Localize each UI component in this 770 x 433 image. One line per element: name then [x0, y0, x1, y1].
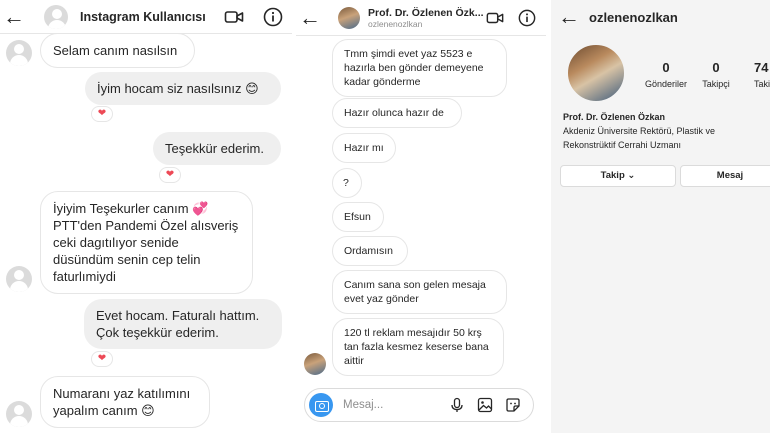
stat-label: Takipçi [702, 79, 730, 89]
chat-title: Prof. Dr. Özlenen Özk... [368, 6, 484, 19]
heart-reaction-icon: ❤ [91, 351, 113, 367]
heart-reaction-icon: ❤ [91, 106, 113, 122]
message-button[interactable]: Mesaj [680, 165, 770, 187]
stat-number: 74 [754, 60, 769, 75]
chat-title-group[interactable]: Prof. Dr. Özlenen Özk... ozlenenozlkan [368, 7, 484, 29]
message-bubble: 120 tl reklam mesajıdır 50 krş tan fazla… [332, 318, 504, 376]
message-input[interactable]: Mesaj... [343, 399, 449, 411]
microphone-icon[interactable] [449, 397, 465, 413]
sender-avatar [6, 401, 32, 427]
profile-username: ozlenenozlkan [589, 9, 678, 25]
chat-header: ← Instagram Kullanıcısı [0, 0, 292, 34]
stat-posts[interactable]: 0 Gönderiler [641, 60, 691, 89]
message-bubble: Canım sana son gelen mesaja evet yaz gön… [332, 270, 507, 314]
chat-panel-profile: ← Prof. Dr. Özlenen Özk... ozlenenozlkan… [296, 0, 546, 433]
stat-number: 0 [712, 60, 720, 75]
stat-number: 0 [662, 60, 670, 75]
sticker-icon[interactable] [505, 397, 521, 413]
message-bubble: Ordamısın [332, 236, 408, 266]
message-bubble: İyiyim Teşekurler canım 💞 PTT'den Pandem… [40, 191, 253, 294]
info-icon[interactable] [518, 9, 536, 27]
message-bubble: Selam canım nasılsın [40, 33, 195, 68]
gallery-icon[interactable] [477, 397, 493, 413]
stat-label: Gönderiler [644, 79, 688, 89]
message-bubble: Teşekkür ederim. [153, 132, 281, 165]
chat-title: Instagram Kullanıcısı [80, 9, 206, 24]
info-icon[interactable] [263, 7, 283, 27]
avatar[interactable] [338, 6, 360, 29]
profile-photo[interactable] [566, 43, 626, 103]
sender-avatar [6, 40, 32, 66]
profile-name: Prof. Dr. Özlenen Özkan [563, 112, 666, 122]
sender-avatar [6, 266, 32, 292]
message-bubble: Hazır olunca hazır de [332, 98, 462, 128]
stat-label: Takip [754, 79, 770, 89]
camera-icon[interactable] [309, 393, 333, 417]
message-bubble: ? [332, 168, 362, 198]
chat-header: ← Prof. Dr. Özlenen Özk... ozlenenozlkan [296, 0, 546, 36]
message-bubble: Evet hocam. Faturalı hattım. Çok teşekkü… [84, 299, 282, 349]
chat-panel-instagram-user: ← Instagram Kullanıcısı Selam canım nası… [0, 0, 292, 433]
back-arrow-icon[interactable]: ← [0, 5, 28, 28]
chat-subtitle: ozlenenozlkan [368, 18, 423, 29]
profile-header: ← ozlenenozlkan [551, 0, 770, 34]
message-composer: Mesaj... [304, 388, 534, 422]
message-bubble: Tmm şimdi evet yaz 5523 e hazırla ben gö… [332, 39, 507, 97]
back-arrow-icon[interactable]: ← [555, 6, 583, 28]
message-bubble: Numaranı yaz katılımını yapalım canım 😊 [40, 376, 210, 428]
profile-panel: ← ozlenenozlkan 0 Gönderiler 0 Takipçi 7… [551, 0, 770, 433]
follow-button[interactable]: Takip ⌄ [560, 165, 676, 187]
message-bubble: Hazır mı [332, 133, 396, 163]
message-bubble: Efsun [332, 202, 384, 232]
video-call-icon[interactable] [224, 7, 244, 27]
back-arrow-icon[interactable]: ← [296, 6, 324, 29]
profile-bio: Akdeniz Üniversite Rektörü, Plastik ve R… [563, 126, 716, 150]
stat-following[interactable]: 74 Takip [754, 60, 770, 89]
sender-avatar [304, 353, 326, 375]
message-bubble: İyim hocam siz nasılsınız 😊 [85, 72, 281, 105]
avatar[interactable] [44, 4, 68, 29]
stat-followers[interactable]: 0 Takipçi [696, 60, 736, 89]
heart-reaction-icon: ❤ [159, 167, 181, 183]
video-call-icon[interactable] [486, 9, 504, 27]
